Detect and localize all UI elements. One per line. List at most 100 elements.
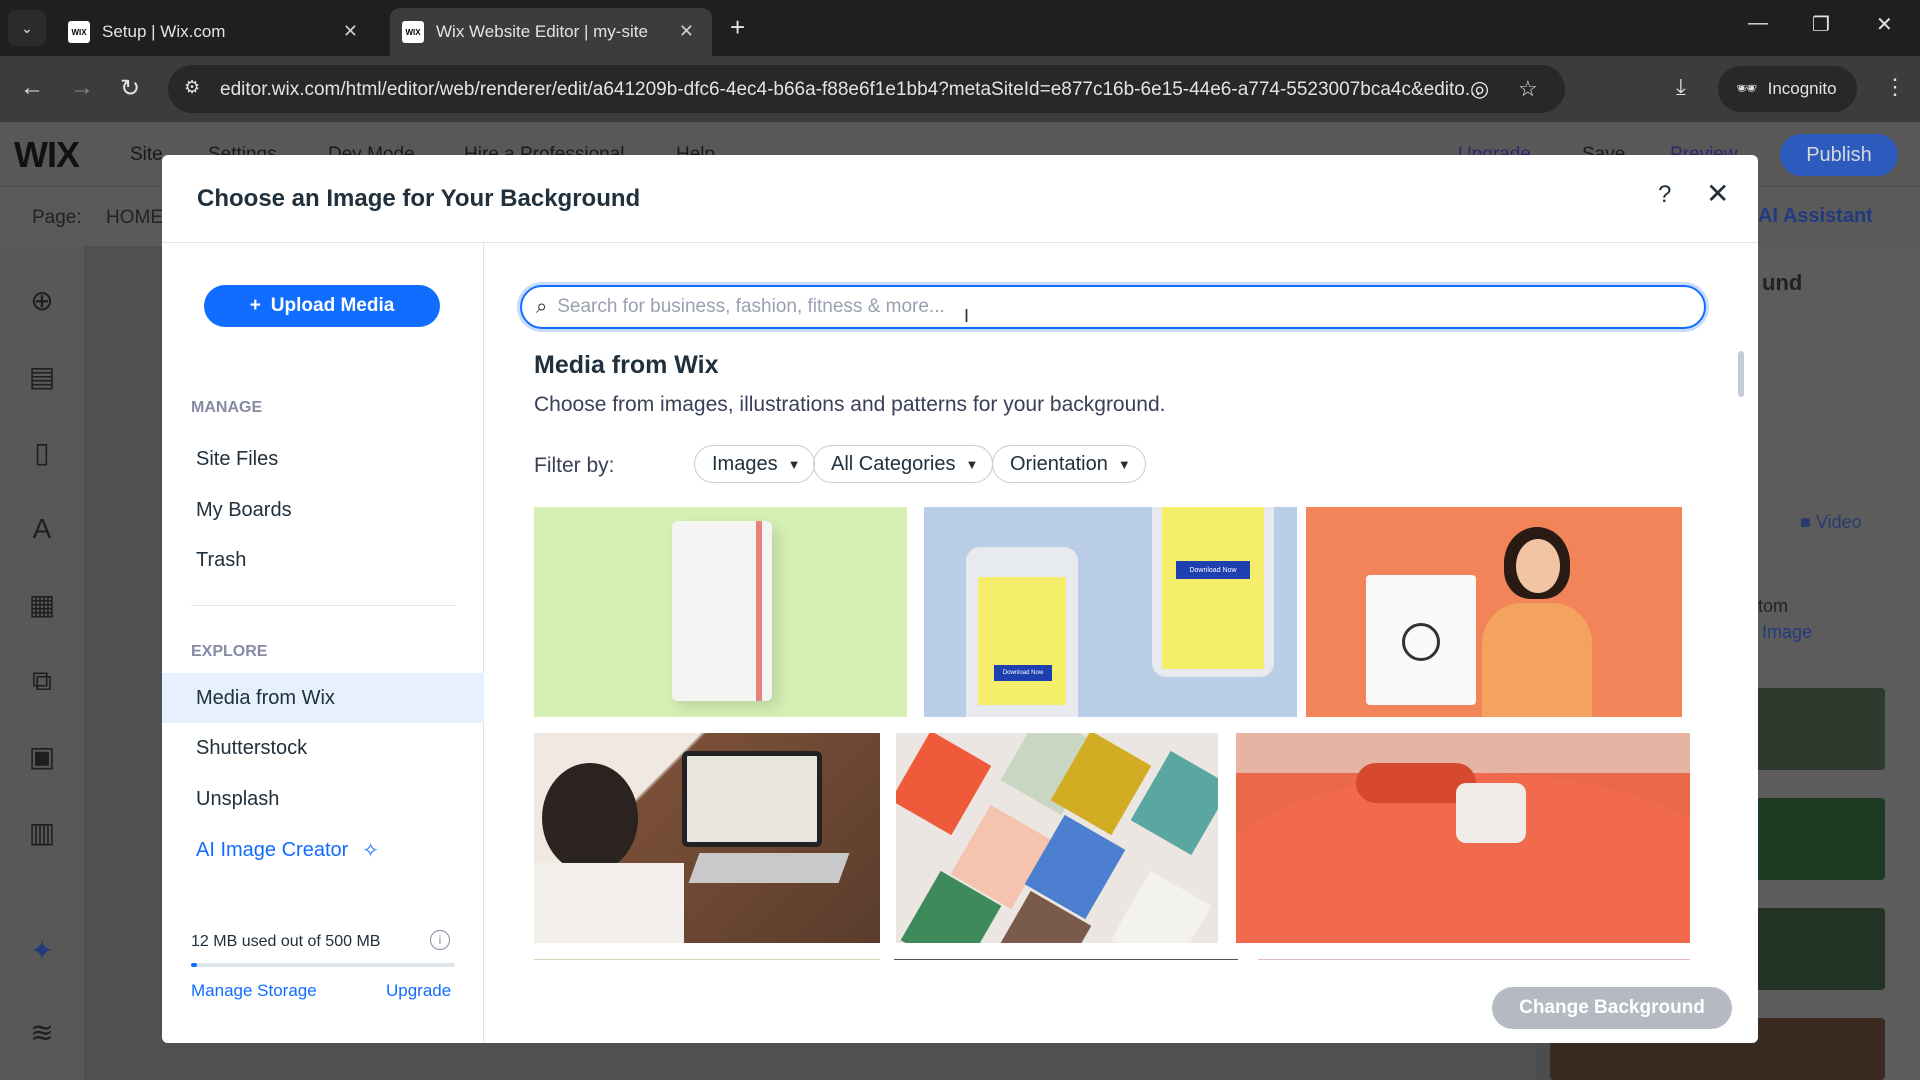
browser-menu-icon[interactable]: ⋮ [1884, 74, 1906, 100]
woman-shirt [1482, 603, 1592, 717]
plus-icon: + [249, 295, 261, 316]
image-orange-table[interactable] [1236, 733, 1690, 943]
publish-button[interactable]: Publish [1780, 134, 1898, 176]
media-icon[interactable]: ▣ [24, 742, 60, 772]
upgrade-link[interactable]: Upgrade [386, 981, 451, 1001]
window-close-icon[interactable]: ✕ [1876, 12, 1893, 37]
search-input[interactable] [557, 296, 1658, 318]
video-label: Video [1815, 512, 1862, 532]
image-color-swatches[interactable] [896, 733, 1218, 943]
ai-sparkle-icon[interactable]: ✦ [24, 936, 60, 966]
filter-label: Filter by: [534, 454, 615, 477]
design-icon[interactable]: A [24, 514, 60, 544]
sidebar-divider [191, 605, 455, 606]
media-main-area: ⌕ Media from Wix Choose from images, ill… [484, 243, 1758, 1043]
swatch-red [896, 733, 992, 836]
back-arrow-icon[interactable]: ← [20, 74, 44, 102]
wix-logo: WIX [14, 134, 80, 175]
laptop-screen [682, 751, 822, 847]
woman-face [1516, 539, 1560, 593]
address-bar[interactable]: ⚙ editor.wix.com/html/editor/web/rendere… [168, 65, 1565, 113]
editor-left-rail: ⊕ ▤ ▯ A ▦ ⧉ ▣ ▥ ✦ ≋ [0, 246, 84, 1080]
pages-icon[interactable]: ▯ [24, 438, 60, 468]
new-tab-icon[interactable]: + [730, 12, 745, 43]
page-selector[interactable]: HOME [106, 207, 163, 229]
person-shirt [534, 863, 684, 943]
sidebar-item-ai-image-creator[interactable]: AI Image Creator ✧ [162, 825, 484, 875]
dialog-title: Choose an Image for Your Background [197, 185, 641, 212]
bookmark-star-icon[interactable]: ☆ [1518, 76, 1538, 102]
filter-orientation-dropdown[interactable]: Orientation ▼ [992, 445, 1146, 483]
forward-arrow-icon[interactable]: → [70, 74, 94, 102]
sidebar-item-trash[interactable]: Trash [162, 535, 484, 585]
layers-icon[interactable]: ≋ [24, 1018, 60, 1048]
url-text: editor.wix.com/html/editor/web/renderer/… [220, 79, 1481, 100]
close-icon[interactable]: ✕ [1706, 177, 1729, 210]
business-icon[interactable]: ⧉ [24, 666, 60, 696]
sidebar-item-media-from-wix[interactable]: Media from Wix [162, 673, 484, 723]
change-background-button[interactable]: Change Background [1492, 987, 1732, 1029]
info-icon[interactable]: i [430, 930, 450, 950]
browser-tabstrip: ⌄ WIX Setup | Wix.com ✕ WIX Wix Website … [0, 0, 1920, 56]
tab-search-dropdown[interactable]: ⌄ [8, 10, 46, 46]
sidebar-item-shutterstock[interactable]: Shutterstock [162, 723, 484, 773]
page-label: Page: [32, 207, 82, 228]
image-laptop-person[interactable] [534, 733, 880, 943]
restore-icon[interactable]: ❐ [1812, 12, 1830, 37]
manage-storage-link[interactable]: Manage Storage [191, 981, 317, 1001]
search-field[interactable]: ⌕ [520, 285, 1706, 329]
sidebar-item-site-files[interactable]: Site Files [162, 434, 484, 484]
ai-assistant-button[interactable]: AI Assistant [1758, 205, 1873, 228]
site-settings-icon[interactable]: ⚙ [184, 77, 200, 98]
image-woman-sign[interactable] [1306, 507, 1682, 717]
scrollbar[interactable] [1738, 351, 1744, 397]
text-cursor-icon: I [964, 306, 970, 326]
media-sidebar: + Upload Media MANAGE Site Files My Boar… [162, 243, 484, 1043]
add-elements-icon[interactable]: ⊕ [24, 286, 60, 316]
browser-toolbar: ← → ↻ ⚙ editor.wix.com/html/editor/web/r… [0, 56, 1920, 122]
upload-media-label: Upload Media [270, 295, 395, 316]
filter-images-label: Images [712, 452, 778, 475]
apps-icon[interactable]: ▦ [24, 590, 60, 620]
menu-site[interactable]: Site [130, 144, 163, 166]
explore-section-label: EXPLORE [191, 643, 268, 660]
sections-icon[interactable]: ▤ [24, 362, 60, 392]
wix-favicon-icon: WIX [68, 21, 90, 43]
sidebar-item-my-boards[interactable]: My Boards [162, 485, 484, 535]
ai-image-fragment[interactable]: I Image [1752, 622, 1812, 643]
manage-section-label: MANAGE [191, 399, 263, 416]
filter-images-dropdown[interactable]: Images ▼ [694, 445, 816, 483]
phone-right-screen [1162, 507, 1264, 669]
tab-title: Wix Website Editor | my-site [436, 22, 648, 41]
search-icon: ⌕ [536, 295, 548, 318]
image-notebook[interactable] [534, 507, 907, 717]
storage-progress-bar [191, 963, 455, 967]
panel-heading-fragment: und [1762, 270, 1803, 295]
help-icon[interactable]: ? [1658, 181, 1671, 209]
sidebar-item-unsplash[interactable]: Unsplash [162, 774, 484, 824]
paper-shape [1456, 783, 1526, 843]
minimize-icon[interactable]: — [1748, 12, 1768, 35]
ai-image-creator-label: AI Image Creator [196, 838, 349, 861]
person-head [542, 763, 638, 873]
upload-media-button[interactable]: + Upload Media [204, 285, 440, 327]
video-option[interactable]: ■ Video [1800, 512, 1862, 533]
background-image-dialog: Choose an Image for Your Background ? ✕ … [162, 155, 1758, 1043]
download-now-badge: Download Now [994, 665, 1052, 681]
globe-icon [1402, 623, 1440, 661]
cms-icon[interactable]: ▥ [24, 818, 60, 848]
tab-close-icon[interactable]: ✕ [679, 21, 694, 42]
notebook-band [756, 521, 762, 701]
storage-progress-fill [191, 963, 198, 967]
section-subtitle: Choose from images, illustrations and pa… [534, 393, 1166, 416]
browser-tab-editor[interactable]: WIX Wix Website Editor | my-site ✕ [390, 8, 712, 56]
filter-categories-dropdown[interactable]: All Categories ▼ [813, 445, 994, 483]
image-phones[interactable]: Download Now Download Now [924, 507, 1297, 717]
phone-left-screen [978, 577, 1066, 705]
reload-icon[interactable]: ↻ [120, 74, 140, 103]
tab-close-icon[interactable]: ✕ [343, 21, 358, 42]
incognito-badge[interactable]: 🕶 Incognito [1718, 66, 1857, 112]
download-icon[interactable]: ⤓ [1676, 74, 1686, 100]
browser-tab-setup[interactable]: WIX Setup | Wix.com ✕ [56, 8, 376, 56]
eye-off-icon[interactable]: ◎ [1470, 76, 1489, 102]
